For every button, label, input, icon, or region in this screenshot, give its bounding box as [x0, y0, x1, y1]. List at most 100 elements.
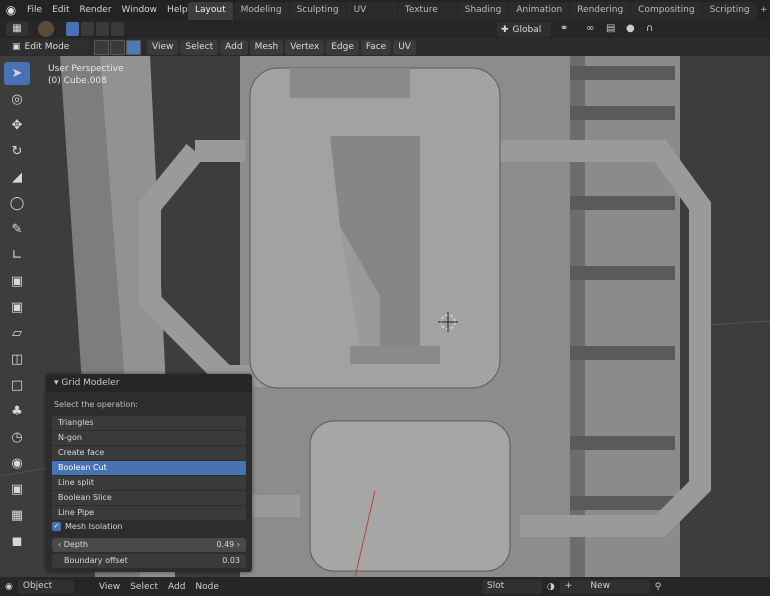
node-editor-type-icon[interactable]: ◉ — [0, 582, 18, 592]
extrude-icon[interactable]: ▣ — [4, 270, 30, 293]
new-material-button[interactable]: + New — [559, 579, 650, 594]
slot-dropdown[interactable]: Slot — [481, 579, 542, 594]
menu-file[interactable]: File — [22, 0, 47, 20]
bottom-editor-header: ◉ Object View Select Add Node Slot ◑ + N… — [0, 577, 770, 596]
bottom-menu-add[interactable]: Add — [163, 582, 190, 592]
falloff-icon[interactable]: ∩ — [646, 23, 660, 35]
tab-scripting[interactable]: Scripting — [702, 2, 757, 20]
boundary-offset-field[interactable]: Boundary offset 0.03 — [52, 554, 246, 568]
smooth-icon[interactable]: ◉ — [4, 452, 30, 475]
menu-face[interactable]: Face — [360, 39, 392, 55]
bottom-panel — [309, 420, 511, 572]
mode-dropdown[interactable]: ▣ Edit Mode — [8, 39, 88, 55]
new-selection-icon[interactable] — [66, 22, 79, 36]
panel-title[interactable]: ▾ Grid Modeler — [46, 374, 252, 392]
bottom-menu-select[interactable]: Select — [125, 582, 163, 592]
tool-shelf: ➤ ◎ ✥ ↻ ◢ ◯ ✎ ∟ ▣ ▣ ▱ ◫ □ ♣ ◷ ◉ ▣ ▦ ◼ — [4, 62, 32, 553]
menu-mesh[interactable]: Mesh — [249, 39, 284, 55]
menu-window[interactable]: Window — [117, 0, 163, 20]
tool-mode-group — [66, 22, 124, 36]
tab-shading[interactable]: Shading — [457, 2, 509, 20]
grid-modeler-panel: ▾ Grid Modeler Select the operation: Tri… — [46, 374, 252, 572]
pivot-point-icon[interactable]: ⚭ — [560, 23, 582, 35]
op-boolean-cut[interactable]: Boolean Cut — [52, 461, 246, 475]
tab-uv-editing[interactable]: UV Editing — [346, 2, 397, 32]
tab-sculpting[interactable]: Sculpting — [289, 2, 346, 20]
operation-prompt: Select the operation: — [54, 400, 138, 409]
shrink-fatten-icon[interactable]: ▣ — [4, 478, 30, 501]
menu-vertex[interactable]: Vertex — [285, 39, 325, 55]
menu-view[interactable]: View — [147, 39, 179, 55]
scale-icon[interactable]: ◢ — [4, 166, 30, 189]
shear-icon[interactable]: ▦ — [4, 504, 30, 527]
menu-uv[interactable]: UV — [393, 39, 416, 55]
poly-build-icon[interactable]: ♣ — [4, 400, 30, 423]
plus-icon: + — [564, 580, 573, 591]
intersect-selection-icon[interactable] — [111, 22, 124, 36]
measure-icon[interactable]: ∟ — [4, 244, 30, 267]
proportional-edit-icon[interactable]: ● — [626, 23, 640, 35]
inset-icon[interactable]: ▣ — [4, 296, 30, 319]
editor-type-icon[interactable]: ▦ — [6, 22, 28, 36]
move-icon[interactable]: ✥ — [4, 114, 30, 137]
menu-select[interactable]: Select — [180, 39, 219, 55]
workspace-tabs: Layout Modeling Sculpting UV Editing Tex… — [188, 2, 770, 32]
bottom-menu-view[interactable]: View — [94, 582, 125, 592]
pin-icon[interactable]: ⚲ — [650, 582, 667, 592]
bevel-icon[interactable]: ▱ — [4, 322, 30, 345]
decrement-arrow-icon[interactable]: ‹ — [58, 540, 61, 549]
vertex-select-icon[interactable] — [94, 39, 109, 55]
select-box-icon[interactable]: ➤ — [4, 62, 30, 85]
depth-field[interactable]: ‹ Depth 0.49 › — [52, 538, 246, 552]
face-select-icon[interactable] — [126, 39, 141, 55]
tool-settings-bar: ▦ ✚ Global ⚭ ∞ ▤ ● ∩ — [0, 20, 770, 38]
knife-icon[interactable]: □ — [4, 374, 30, 397]
material-sphere-icon[interactable]: ◑ — [542, 582, 560, 592]
edit-mode-icon: ▣ — [12, 42, 21, 52]
top-menu-bar: ◉ File Edit Render Window Help Layout Mo… — [0, 0, 770, 32]
op-line-split[interactable]: Line split — [52, 476, 246, 490]
menu-add[interactable]: Add — [220, 39, 248, 55]
add-workspace-button[interactable]: + — [758, 2, 770, 20]
tab-modeling[interactable]: Modeling — [233, 2, 289, 20]
transform-orientation-dropdown[interactable]: ✚ Global — [497, 22, 551, 37]
increment-arrow-icon[interactable]: › — [237, 540, 240, 549]
perspective-label: User Perspective — [48, 64, 124, 74]
blender-logo-icon[interactable]: ◉ — [0, 0, 22, 20]
viewport-info: User Perspective (0) Cube.008 — [48, 63, 124, 87]
transform-icon[interactable]: ◯ — [4, 192, 30, 215]
extend-selection-icon[interactable] — [81, 22, 94, 36]
annotate-icon[interactable]: ✎ — [4, 218, 30, 241]
viewport-header: ▣ Edit Mode View Select Add Mesh Vertex … — [0, 38, 770, 56]
rotate-icon[interactable]: ↻ — [4, 140, 30, 163]
cursor-icon[interactable]: ◎ — [4, 88, 30, 111]
op-line-pipe[interactable]: Line Pipe — [52, 506, 246, 520]
collapse-triangle-icon: ▾ — [54, 378, 59, 388]
spin-icon[interactable]: ◷ — [4, 426, 30, 449]
menu-edit[interactable]: Edit — [47, 0, 74, 20]
rip-icon[interactable]: ◼ — [4, 530, 30, 553]
tab-animation[interactable]: Animation — [509, 2, 570, 20]
menu-render[interactable]: Render — [75, 0, 117, 20]
op-create-face[interactable]: Create face — [52, 446, 246, 460]
snap-icon[interactable]: ∞ — [586, 23, 600, 35]
loop-cut-icon[interactable]: ◫ — [4, 348, 30, 371]
subtract-selection-icon[interactable] — [96, 22, 109, 36]
snap-target-icon[interactable]: ▤ — [606, 23, 620, 35]
op-triangles[interactable]: Triangles — [52, 416, 246, 430]
checkmark-icon: ✓ — [52, 522, 61, 531]
tab-rendering[interactable]: Rendering — [570, 2, 631, 20]
tab-texture-paint[interactable]: Texture Paint — [397, 2, 457, 32]
object-mode-dropdown[interactable]: Object — [17, 579, 74, 594]
op-ngon[interactable]: N-gon — [52, 431, 246, 445]
op-boolean-slice[interactable]: Boolean Slice — [52, 491, 246, 505]
tab-compositing[interactable]: Compositing — [631, 2, 702, 20]
mesh-isolation-checkbox[interactable]: ✓ Mesh Isolation — [52, 522, 122, 531]
tool-options-icon[interactable] — [38, 21, 54, 37]
tab-layout[interactable]: Layout — [188, 2, 233, 20]
edge-select-icon[interactable] — [110, 39, 125, 55]
menu-edge[interactable]: Edge — [326, 39, 359, 55]
object-label: (0) Cube.008 — [48, 76, 107, 86]
orientation-icon: ✚ — [501, 24, 509, 35]
bottom-menu-node[interactable]: Node — [190, 582, 224, 592]
